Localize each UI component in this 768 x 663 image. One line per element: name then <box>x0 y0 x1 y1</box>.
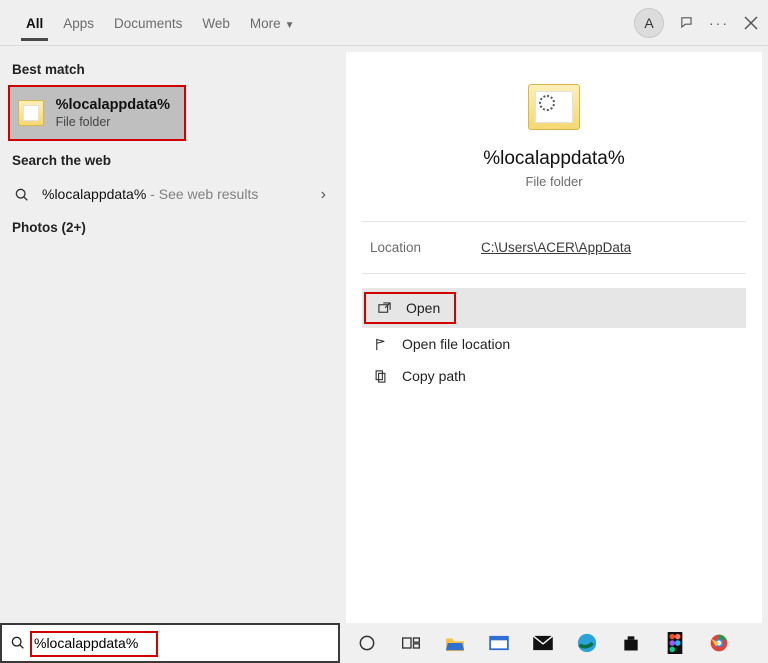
tab-web[interactable]: Web <box>192 4 240 41</box>
figma-icon[interactable] <box>662 630 688 656</box>
search-icon <box>10 635 26 651</box>
bottom-bar <box>0 623 768 663</box>
search-box[interactable] <box>0 623 340 663</box>
result-title: %localappdata% <box>56 97 170 113</box>
preview-subtitle: File folder <box>362 174 746 189</box>
location-path-link[interactable]: C:\Users\ACER\AppData <box>481 240 631 255</box>
location-row: Location C:\Users\ACER\AppData <box>362 236 746 255</box>
copy-path-label: Copy path <box>402 368 466 384</box>
tab-all[interactable]: All <box>16 4 53 41</box>
open-file-location-label: Open file location <box>402 336 510 352</box>
preview-title: %localappdata% <box>362 148 746 170</box>
chrome-icon[interactable] <box>706 630 732 656</box>
copy-path-action[interactable]: Copy path <box>362 360 746 392</box>
folder-large-icon <box>528 84 580 130</box>
preview-panel: %localappdata% File folder Location C:\U… <box>346 52 762 623</box>
open-icon <box>376 300 392 316</box>
taskbar <box>340 623 768 663</box>
store-icon[interactable] <box>618 630 644 656</box>
preview-panel-wrap: %localappdata% File folder Location C:\U… <box>340 46 768 623</box>
file-explorer-icon[interactable] <box>442 630 468 656</box>
web-hint: - See web results <box>146 186 258 202</box>
tab-apps[interactable]: Apps <box>53 4 104 41</box>
result-subtitle: File folder <box>56 115 170 129</box>
web-result-left: %localappdata% - See web results <box>14 186 258 204</box>
task-view-icon[interactable] <box>398 630 424 656</box>
tab-more-label: More <box>250 16 281 31</box>
results-panel: Best match %localappdata% File folder Se… <box>0 46 340 623</box>
open-location-icon <box>372 336 388 352</box>
mail-icon[interactable] <box>530 630 556 656</box>
location-label: Location <box>370 240 421 255</box>
preview-actions: Open Open file location Copy path <box>362 288 746 392</box>
header-actions: A ··· <box>634 0 760 46</box>
close-icon[interactable] <box>742 14 760 32</box>
chevron-right-icon: › <box>321 186 326 204</box>
open-file-location-action[interactable]: Open file location <box>362 328 746 360</box>
search-web-heading: Search the web <box>0 147 340 176</box>
divider <box>362 221 746 222</box>
search-input[interactable] <box>32 631 330 655</box>
gear-icon <box>539 95 555 111</box>
tab-documents[interactable]: Documents <box>104 4 192 41</box>
header-bar: All Apps Documents Web More ▼ A ··· <box>0 0 768 46</box>
open-action[interactable]: Open <box>364 292 456 324</box>
divider <box>362 273 746 274</box>
filter-tabs: All Apps Documents Web More ▼ <box>16 4 305 41</box>
mail-app-icon[interactable] <box>486 630 512 656</box>
search-icon <box>14 187 30 203</box>
copy-icon <box>372 368 388 384</box>
main-content: Best match %localappdata% File folder Se… <box>0 46 768 623</box>
web-term: %localappdata% <box>42 186 146 202</box>
cortana-icon[interactable] <box>354 630 380 656</box>
user-avatar[interactable]: A <box>634 8 664 38</box>
tab-more[interactable]: More ▼ <box>240 4 305 41</box>
best-match-heading: Best match <box>0 56 340 85</box>
edge-icon[interactable] <box>574 630 600 656</box>
open-label: Open <box>406 300 440 316</box>
best-match-text: %localappdata% File folder <box>56 97 170 129</box>
photos-heading[interactable]: Photos (2+) <box>0 214 340 243</box>
feedback-icon[interactable] <box>678 14 696 32</box>
folder-icon <box>18 100 44 126</box>
more-options-icon[interactable]: ··· <box>710 14 728 32</box>
action-open-row: Open <box>362 288 746 328</box>
preview-header: %localappdata% File folder <box>362 76 746 207</box>
web-search-result[interactable]: %localappdata% - See web results › <box>0 176 340 214</box>
best-match-result[interactable]: %localappdata% File folder <box>8 85 186 141</box>
chevron-down-icon: ▼ <box>285 20 295 31</box>
